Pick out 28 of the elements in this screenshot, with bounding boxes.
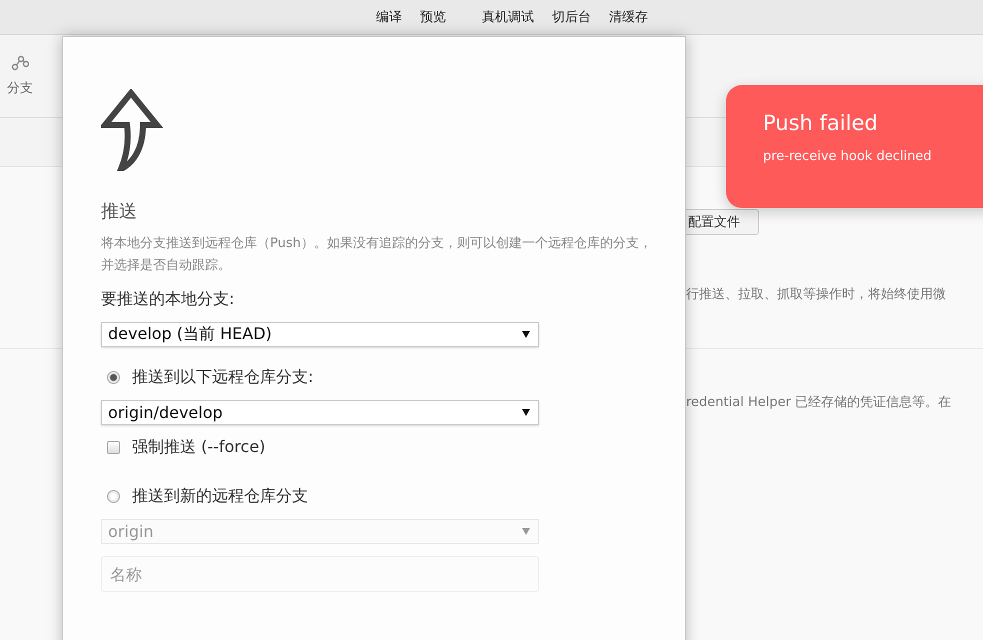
- toolbar-label[interactable]: 分支: [7, 79, 33, 97]
- radio-label[interactable]: 推送到以下远程仓库分支:: [132, 367, 314, 388]
- radio-label[interactable]: 推送到新的远程仓库分支: [132, 486, 308, 507]
- field-label: 要推送的本地分支:: [101, 289, 236, 310]
- branch-select[interactable]: develop (当前 HEAD): [101, 322, 539, 347]
- caret-icon: [522, 528, 530, 535]
- menu-item[interactable]: 预览: [420, 8, 446, 26]
- remote-branch-select[interactable]: origin/develop: [101, 400, 539, 425]
- dialog-title: 推送: [101, 200, 138, 223]
- caret-icon: [522, 409, 530, 416]
- menu-item[interactable]: 编译: [376, 8, 402, 26]
- caret-icon: [522, 331, 530, 338]
- branch-icon[interactable]: [11, 55, 29, 71]
- toast-title: Push failed: [763, 111, 879, 135]
- menu-item[interactable]: 清缓存: [609, 8, 648, 26]
- toast-message: pre-receive hook declined: [763, 149, 933, 164]
- name-field[interactable]: 名称: [101, 556, 539, 592]
- settings-text: 行推送、拉取、抓取等操作时，将始终使用微: [686, 286, 947, 303]
- checkbox-label[interactable]: 强制推送 (--force): [132, 437, 266, 458]
- menu-item[interactable]: 切后台: [552, 8, 591, 26]
- radio-button[interactable]: [107, 371, 120, 384]
- radio-button[interactable]: [107, 490, 120, 503]
- settings-text: redential Helper 已经存储的凭证信息等。在: [686, 394, 952, 411]
- checkbox[interactable]: [107, 441, 120, 454]
- menu-item[interactable]: 真机调试: [482, 8, 534, 26]
- up-arrow-icon: [101, 89, 163, 171]
- config-file-button[interactable]: 配置文件: [686, 209, 759, 235]
- dialog-description: 将本地分支推送到远程仓库（Push）。如果没有追踪的分支，则可以创建一个远程仓库的分支，并选择是否自动跟踪。: [101, 235, 653, 275]
